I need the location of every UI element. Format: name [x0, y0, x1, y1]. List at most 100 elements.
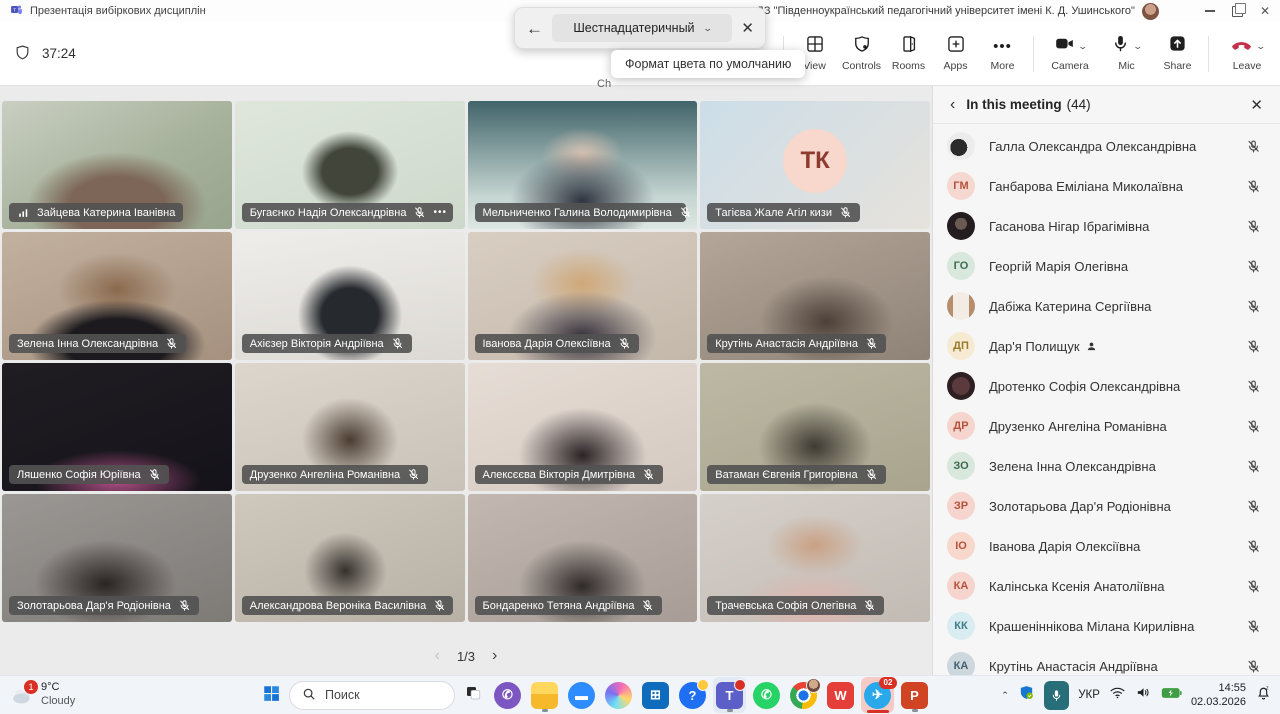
chevron-down-icon[interactable]: ⌄: [1255, 41, 1266, 52]
participant-list-item[interactable]: Гасанова Нігар Ібрагімівна: [933, 206, 1280, 246]
wps-office-icon[interactable]: W: [824, 677, 857, 713]
participant-name-label: Іванова Дарія Олексіївна: [475, 334, 639, 353]
share-button[interactable]: Share: [1154, 32, 1201, 75]
video-tile[interactable]: ТКТагієва Жале Агіл кизи: [700, 101, 930, 229]
participant-list-item[interactable]: Дабіжа Катерина Сергіївна: [933, 286, 1280, 326]
video-tile[interactable]: Золотарьова Дар'я Родіонівна: [2, 494, 232, 622]
leave-button[interactable]: ⌄ Leave: [1216, 32, 1278, 75]
quick-assist-icon[interactable]: ?: [676, 677, 709, 713]
powerpoint-icon[interactable]: P: [898, 677, 931, 713]
volume-icon[interactable]: [1135, 684, 1152, 706]
telegram-icon[interactable]: ✈02: [861, 677, 894, 713]
video-tile[interactable]: Друзенко Ангеліна Романівна: [235, 363, 465, 491]
close-icon[interactable]: ✕: [741, 19, 754, 37]
battery-charging-icon[interactable]: [1161, 686, 1182, 704]
apps-button[interactable]: Apps: [932, 32, 979, 75]
mic-muted-icon: [178, 599, 191, 612]
mic-muted-icon[interactable]: [1246, 379, 1261, 394]
video-tile[interactable]: Крутінь Анастасія Андріївна: [700, 232, 930, 360]
defender-icon[interactable]: [1018, 684, 1035, 706]
participant-list-item[interactable]: ГМГанбарова Еміліана Миколаївна: [933, 166, 1280, 206]
chevron-down-icon[interactable]: ⌄: [1077, 41, 1088, 52]
participant-list-item[interactable]: ДПДар'я Полищук: [933, 326, 1280, 366]
mic-muted-icon[interactable]: [1246, 179, 1261, 194]
mic-muted-icon: [641, 599, 654, 612]
mic-muted-icon[interactable]: [1246, 299, 1261, 314]
participant-list-item[interactable]: ЗОЗелена Інна Олександрівна: [933, 446, 1280, 486]
back-arrow-icon[interactable]: ←: [526, 20, 543, 37]
mic-muted-icon[interactable]: [1246, 259, 1261, 274]
zoom-icon[interactable]: ▬: [565, 677, 598, 713]
restore-button[interactable]: [1232, 6, 1243, 17]
close-window-button[interactable]: ✕: [1260, 4, 1270, 18]
whatsapp-icon[interactable]: ✆: [750, 677, 783, 713]
copilot-icon[interactable]: [602, 677, 635, 713]
participant-list-item[interactable]: ІОІванова Дарія Олексіївна: [933, 526, 1280, 566]
controls-button[interactable]: Controls: [838, 32, 885, 75]
participant-list-item[interactable]: КАКалінська Ксенія Анатоліївна: [933, 566, 1280, 606]
mic-muted-icon[interactable]: [1246, 139, 1261, 154]
video-tile[interactable]: Зайцева Катерина Іванівна: [2, 101, 232, 229]
participant-list-item[interactable]: ЗРЗолотарьова Дар'я Родіонівна: [933, 486, 1280, 526]
video-tile[interactable]: Бугаєнко Надія Олександрівна•••: [235, 101, 465, 229]
task-view-icon[interactable]: [464, 684, 482, 707]
mic-muted-icon: [839, 206, 852, 219]
participant-list-item[interactable]: Дротенко Софія Олександрівна: [933, 366, 1280, 406]
mic-muted-icon[interactable]: [1246, 539, 1261, 554]
video-tile[interactable]: Зелена Інна Олександрівна: [2, 232, 232, 360]
mic-muted-icon[interactable]: [1246, 419, 1261, 434]
teams-icon[interactable]: T: [713, 677, 746, 713]
video-tile[interactable]: Мельниченко Галина Володимирівна: [468, 101, 698, 229]
language-indicator[interactable]: УКР: [1078, 689, 1100, 701]
user-avatar[interactable]: [1142, 3, 1159, 20]
start-button[interactable]: [262, 684, 280, 707]
video-tile[interactable]: Іванова Дарія Олексіївна: [468, 232, 698, 360]
timer-value: 37:24: [42, 46, 76, 61]
participant-list-item[interactable]: КККрашеніннікова Мілана Кирилівна: [933, 606, 1280, 646]
video-tile[interactable]: Ахієзер Вікторія Андріївна: [235, 232, 465, 360]
ms-store-icon[interactable]: ⊞: [639, 677, 672, 713]
weather-widget[interactable]: 1 9°C Cloudy: [8, 676, 75, 714]
video-tile[interactable]: Ватаман Євгенія Григорівна: [700, 363, 930, 491]
prev-page-icon[interactable]: ‹: [435, 647, 440, 665]
participant-photo-avatar: [947, 372, 975, 400]
close-panel-icon[interactable]: ✕: [1250, 96, 1263, 114]
toolbar-actions: View Controls Rooms Apps ••• More: [776, 32, 1278, 75]
participant-list-item[interactable]: КАКрутінь Анастасія Андріївна: [933, 646, 1280, 677]
chevron-down-icon[interactable]: ⌄: [1133, 41, 1144, 52]
more-button[interactable]: ••• More: [979, 32, 1026, 75]
back-chevron-icon[interactable]: ‹: [950, 96, 955, 114]
mic-button[interactable]: ⌄ Mic: [1099, 32, 1154, 75]
mic-muted-icon[interactable]: [1246, 499, 1261, 514]
tray-mic-in-use-button[interactable]: [1044, 681, 1069, 710]
video-tile[interactable]: Александрова Вероніка Василівна: [235, 494, 465, 622]
video-tile[interactable]: Алексєєва Вікторія Дмитрівна: [468, 363, 698, 491]
mic-muted-icon[interactable]: [1246, 579, 1261, 594]
next-page-icon[interactable]: ›: [492, 647, 497, 665]
participant-list-item[interactable]: Галла Олександра Олександрівна: [933, 126, 1280, 166]
minimize-button[interactable]: [1205, 10, 1215, 12]
wifi-icon[interactable]: [1109, 684, 1126, 706]
mic-muted-icon[interactable]: [1246, 339, 1261, 354]
rooms-button[interactable]: Rooms: [885, 32, 932, 75]
camera-button[interactable]: ⌄ Camera: [1041, 32, 1099, 75]
mic-muted-icon[interactable]: [1246, 459, 1261, 474]
participant-list-item[interactable]: ДРДрузенко Ангеліна Романівна: [933, 406, 1280, 446]
video-tile[interactable]: Ляшенко Софія Юріївна: [2, 363, 232, 491]
taskbar-search-input[interactable]: Поиск: [289, 681, 455, 710]
file-explorer-icon[interactable]: [528, 677, 561, 713]
tray-clock[interactable]: 14:55 02.03.2026: [1191, 681, 1246, 710]
mic-muted-icon[interactable]: [1246, 619, 1261, 634]
tray-chevron-up-icon[interactable]: ⌃: [1001, 691, 1009, 700]
participant-name: Друзенко Ангеліна Романівна: [250, 469, 400, 481]
mic-muted-icon[interactable]: [1246, 659, 1261, 674]
participant-list-item[interactable]: ГОГеоргій Марія Олегівна: [933, 246, 1280, 286]
video-tile[interactable]: Трачевська Софія Олегівна: [700, 494, 930, 622]
viber-icon[interactable]: ✆: [491, 677, 524, 713]
mic-muted-icon[interactable]: [1246, 219, 1261, 234]
video-tile[interactable]: Бондаренко Тетяна Андріївна: [468, 494, 698, 622]
color-format-dropdown[interactable]: Шестнадцатеричный ⌄: [552, 14, 732, 42]
chrome-icon[interactable]: [787, 677, 820, 713]
tile-more-button[interactable]: •••: [433, 207, 447, 218]
notification-bell-icon[interactable]: z: [1255, 684, 1272, 706]
